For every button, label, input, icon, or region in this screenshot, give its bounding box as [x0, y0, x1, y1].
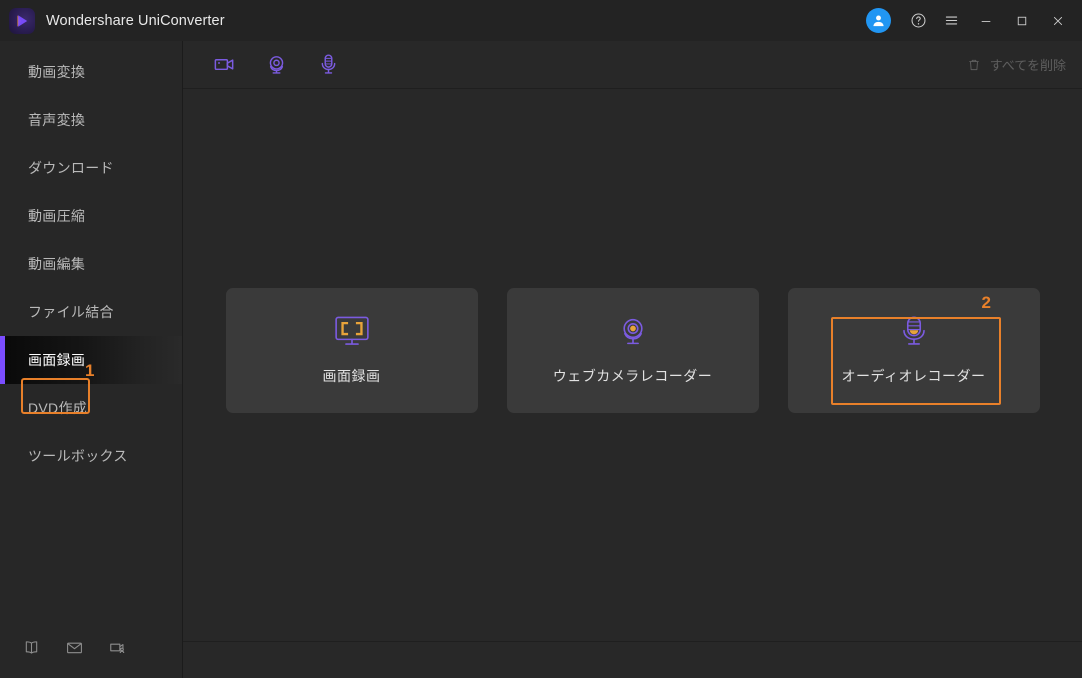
- card-label: ウェブカメラレコーダー: [552, 368, 713, 384]
- sidebar-item-label: 動画圧縮: [28, 208, 86, 224]
- uniconverter-logo-icon: [9, 7, 35, 34]
- user-account-icon[interactable]: [866, 8, 891, 33]
- recorder-content-area: 画面録画 ウェブカメラレコーダー オーディオレコーダー 2: [183, 89, 1082, 641]
- webcam-icon[interactable]: [261, 50, 291, 80]
- book-icon[interactable]: [20, 636, 42, 658]
- hamburger-menu-icon[interactable]: [935, 4, 968, 37]
- sidebar-nav: 動画変換 音声変換 ダウンロード 動画圧縮 動画編集 ファイル結合 画面録画 D…: [0, 41, 182, 480]
- sidebar-item-label: ファイル結合: [28, 304, 114, 320]
- card-webcam-recorder[interactable]: ウェブカメラレコーダー: [506, 287, 759, 413]
- help-question-icon[interactable]: [902, 4, 935, 37]
- video-user-icon[interactable]: [106, 636, 128, 658]
- sidebar-item-video-compress[interactable]: 動画圧縮: [0, 192, 182, 240]
- sidebar-item-label: 動画編集: [28, 256, 86, 272]
- mail-icon[interactable]: [63, 636, 85, 658]
- sidebar-item-label: 音声変換: [28, 112, 86, 128]
- recorder-toolbar: すべてを削除: [183, 41, 1082, 89]
- sidebar-item-video-convert[interactable]: 動画変換: [0, 48, 182, 96]
- app-title: Wondershare UniConverter: [46, 12, 225, 29]
- sidebar-footer: [0, 616, 182, 678]
- window-body: 動画変換 音声変換 ダウンロード 動画圧縮 動画編集 ファイル結合 画面録画 D…: [0, 41, 1082, 678]
- sidebar-item-label: ダウンロード: [28, 160, 114, 176]
- maximize-icon[interactable]: [1004, 4, 1040, 37]
- sidebar-item-audio-convert[interactable]: 音声変換: [0, 96, 182, 144]
- sidebar-item-file-merge[interactable]: ファイル結合: [0, 288, 182, 336]
- card-audio-recorder[interactable]: オーディオレコーダー 2: [787, 287, 1040, 413]
- microphone-icon[interactable]: [313, 50, 343, 80]
- bottom-status-bar: [183, 641, 1082, 678]
- microphone-icon: [897, 314, 931, 350]
- video-camera-icon[interactable]: [209, 50, 239, 80]
- toolbar-icon-group: [193, 50, 343, 80]
- sidebar-item-label: ツールボックス: [28, 448, 128, 464]
- card-label: 画面録画: [322, 368, 381, 384]
- card-screen-recorder[interactable]: 画面録画: [225, 287, 478, 413]
- card-label: オーディオレコーダー: [841, 368, 986, 384]
- recorder-card-list: 画面録画 ウェブカメラレコーダー オーディオレコーダー 2: [225, 287, 1040, 413]
- sidebar-item-label: DVD作成: [28, 400, 88, 416]
- delete-all-button[interactable]: すべてを削除: [966, 55, 1066, 74]
- minimize-icon[interactable]: [968, 4, 1004, 37]
- sidebar: 動画変換 音声変換 ダウンロード 動画圧縮 動画編集 ファイル結合 画面録画 D…: [0, 41, 183, 678]
- sidebar-item-video-edit[interactable]: 動画編集: [0, 240, 182, 288]
- sidebar-item-label: 画面録画: [28, 352, 86, 368]
- application-window: Wondershare UniConverter 動画変換 音声変換 ダウンロー…: [0, 0, 1082, 678]
- title-bar-controls: [866, 0, 1076, 41]
- sidebar-item-toolbox[interactable]: ツールボックス: [0, 432, 182, 480]
- main-panel: すべてを削除 画面録画 ウェブカメラレコーダー オーディオレコーダー 2: [183, 41, 1082, 678]
- webcam-icon: [615, 314, 651, 350]
- title-bar: Wondershare UniConverter: [0, 0, 1082, 41]
- screen-monitor-icon: [333, 314, 371, 350]
- sidebar-item-label: 動画変換: [28, 64, 86, 80]
- annotation-number-1: 1: [85, 361, 95, 380]
- delete-all-label: すべてを削除: [989, 58, 1066, 73]
- sidebar-item-dvd-create[interactable]: DVD作成: [0, 384, 182, 432]
- close-icon[interactable]: [1040, 4, 1076, 37]
- annotation-number-2: 2: [981, 292, 991, 312]
- trash-icon: [966, 57, 982, 73]
- sidebar-item-download[interactable]: ダウンロード: [0, 144, 182, 192]
